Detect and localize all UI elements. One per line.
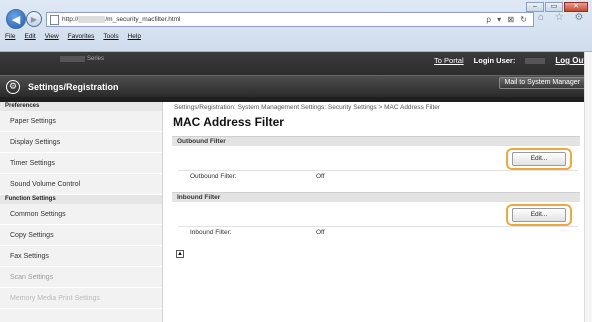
device-info: Series (60, 56, 104, 62)
outbound-filter-value: Off (316, 173, 325, 180)
outbound-separator (178, 170, 578, 171)
main-content: Settings/Registration: System Management… (168, 102, 582, 322)
sidebar-item-timer-settings[interactable]: Timer Settings (0, 153, 162, 174)
login-user-label: Login User: (473, 56, 516, 65)
sidebar: Preferences Paper Settings Display Setti… (0, 102, 163, 322)
window-controls: – ▭ ✕ (526, 2, 588, 12)
vertical-scrollbar[interactable] (584, 52, 592, 322)
sidebar-heading-preferences: Preferences (0, 102, 162, 111)
mail-to-system-manager-button[interactable]: Mail to System Manager (498, 77, 586, 89)
header-top: Series To Portal Login User: Log Out (0, 52, 592, 70)
sidebar-item-copy-settings[interactable]: Copy Settings (0, 225, 162, 246)
menu-file[interactable]: File (5, 33, 15, 40)
login-user-name (525, 57, 546, 64)
sidebar-item-scan-settings[interactable]: Scan Settings (0, 267, 162, 288)
sidebar-item-paper-settings[interactable]: Paper Settings (0, 111, 162, 132)
menu-edit[interactable]: Edit (24, 33, 35, 40)
redacted-host (78, 16, 106, 23)
arrow-right-icon: ▶ (30, 14, 38, 24)
close-button[interactable]: ✕ (564, 2, 588, 12)
menu-help[interactable]: Help (128, 33, 141, 40)
header-title-bar: ⚙ Settings/Registration Mail to System M… (0, 75, 592, 97)
address-tools[interactable]: ρ ▾ ⊠ ↻ (486, 15, 529, 24)
sidebar-item-fax-settings[interactable]: Fax Settings (0, 246, 162, 267)
maximize-button[interactable]: ▭ (545, 2, 563, 12)
menu-bar: File Edit View Favorites Tools Help (0, 31, 592, 42)
header-links: To Portal Login User: Log Out (434, 56, 586, 65)
log-out-link[interactable]: Log Out (555, 56, 586, 65)
outbound-edit-highlight: Edit... (506, 148, 572, 170)
app-header: Series To Portal Login User: Log Out ⚙ S… (0, 52, 592, 102)
inbound-filter-label: Inbound Filter: (190, 229, 232, 236)
page-icon (50, 14, 59, 25)
forward-button[interactable]: ▶ (26, 11, 42, 27)
back-button[interactable]: ◀ (6, 9, 26, 29)
menu-view[interactable]: View (45, 33, 59, 40)
inbound-filter-section-header: Inbound Filter (172, 192, 580, 202)
sidebar-heading-function-settings: Function Settings (0, 195, 162, 204)
menu-favorites[interactable]: Favorites (68, 33, 95, 40)
sidebar-item-sound-volume-control[interactable]: Sound Volume Control (0, 174, 162, 195)
inbound-filter-value: Off (316, 229, 325, 236)
sidebar-item-memory-media-print-settings[interactable]: Memory Media Print Settings (0, 288, 162, 309)
page-title: MAC Address Filter (173, 115, 284, 129)
outbound-filter-section-header: Outbound Filter (172, 136, 580, 146)
back-to-top-icon[interactable]: ▲ (176, 250, 184, 258)
redacted-device (60, 56, 86, 62)
menu-tools[interactable]: Tools (103, 33, 118, 40)
outbound-filter-label: Outbound Filter: (190, 173, 237, 180)
to-portal-link[interactable]: To Portal (434, 56, 464, 65)
app-title: Settings/Registration (28, 82, 119, 92)
settings-registration-icon: ⚙ (6, 80, 20, 94)
address-text: http:// /m_security_macfilter.html (62, 16, 181, 23)
browser-chrome: – ▭ ✕ ◀ ▶ http:// /m_security_macfilter.… (0, 0, 592, 52)
inbound-edit-button[interactable]: Edit... (512, 208, 566, 222)
inbound-separator (178, 226, 578, 227)
address-bar[interactable]: http:// /m_security_macfilter.html ρ ▾ ⊠… (46, 12, 534, 27)
breadcrumb: Settings/Registration: System Management… (174, 104, 441, 111)
sidebar-item-display-settings[interactable]: Display Settings (0, 132, 162, 153)
inbound-edit-highlight: Edit... (506, 204, 572, 226)
outbound-edit-button[interactable]: Edit... (512, 152, 566, 166)
minimize-button[interactable]: – (526, 2, 544, 12)
sidebar-item-common-settings[interactable]: Common Settings (0, 204, 162, 225)
arrow-left-icon: ◀ (11, 13, 21, 26)
home-favorites-tools-icons[interactable]: ⌂ ☆ ⚙ (538, 12, 588, 23)
